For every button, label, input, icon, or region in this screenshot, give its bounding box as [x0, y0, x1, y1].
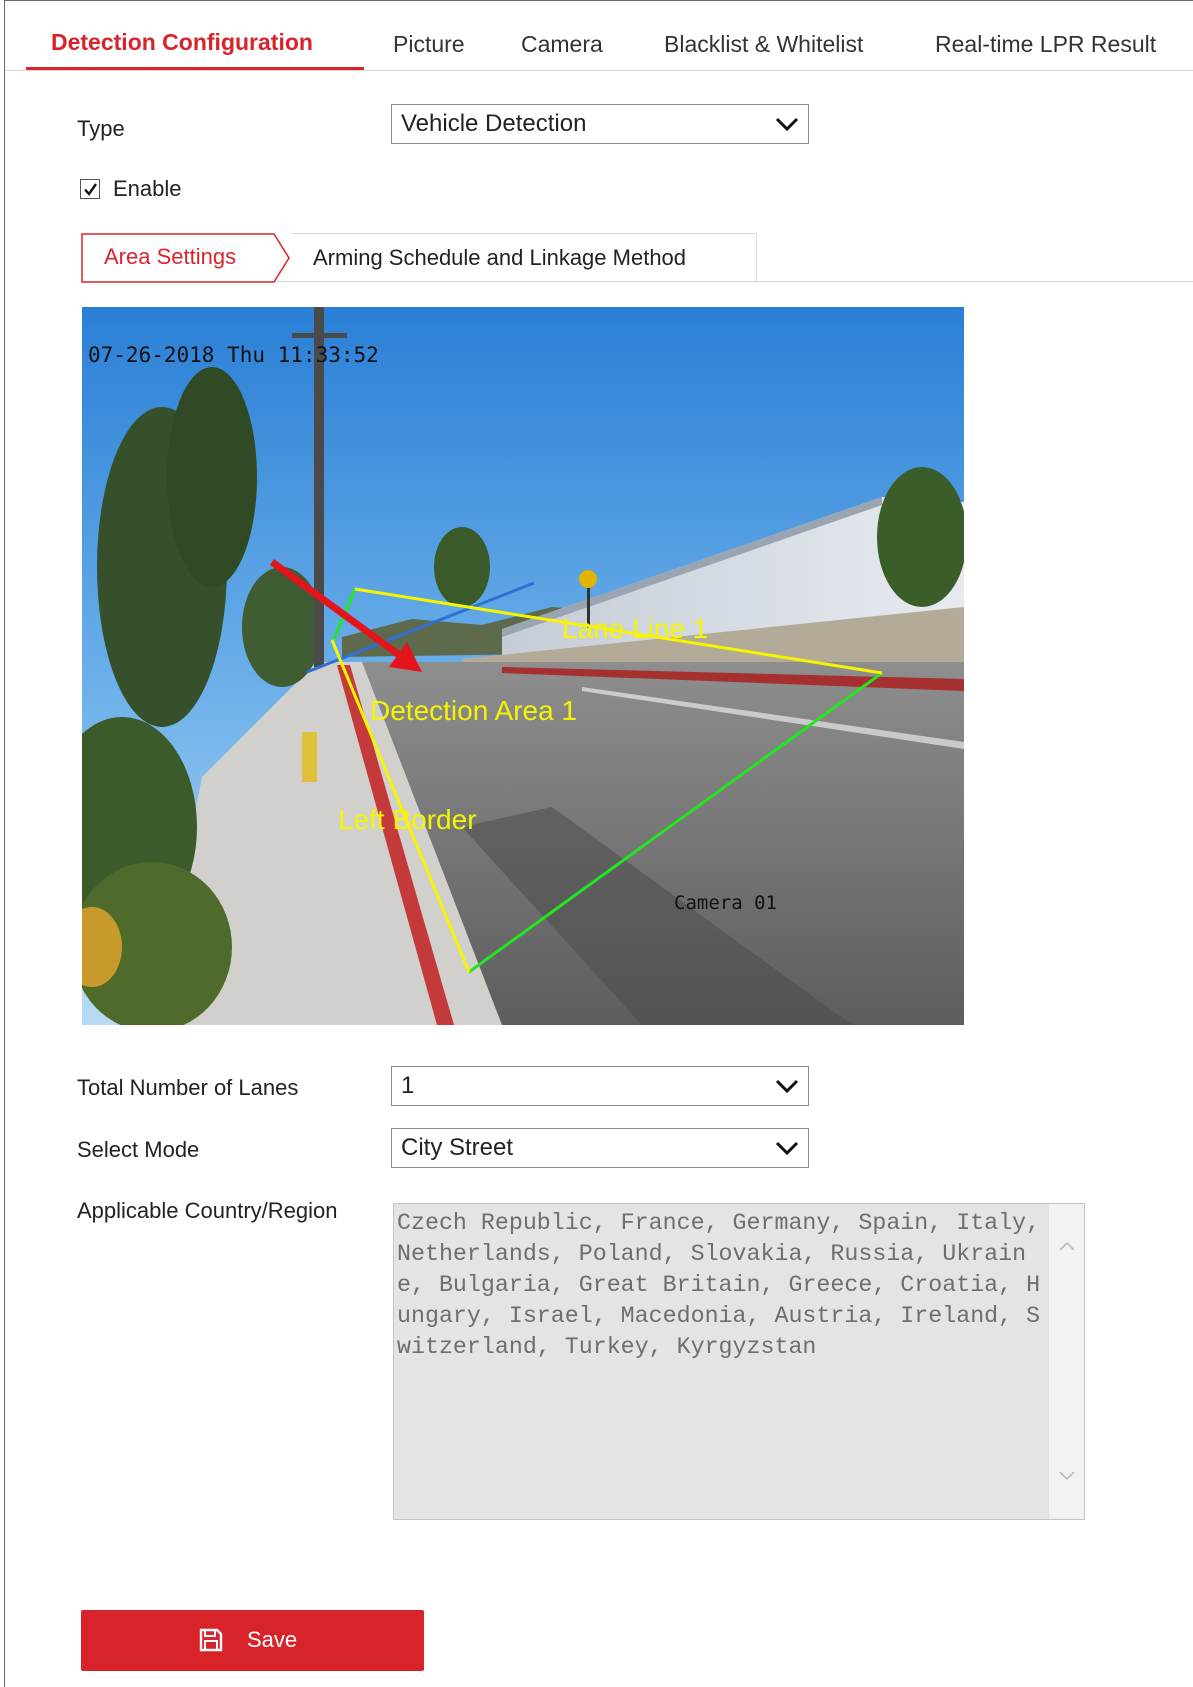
type-label: Type: [77, 116, 125, 141]
active-tab-indicator: [26, 67, 364, 70]
type-select-value: Vehicle Detection: [401, 110, 587, 137]
mode-select[interactable]: City Street: [391, 1128, 809, 1168]
country-region-textarea[interactable]: Czech Republic, France, Germany, Spain, …: [393, 1203, 1085, 1520]
save-button-label: Save: [247, 1627, 298, 1652]
video-camera-name: Camera 01: [674, 892, 777, 914]
subtab-arming-schedule[interactable]: Arming Schedule and Linkage Method: [291, 233, 757, 282]
mode-select-value: City Street: [401, 1134, 514, 1161]
floppy-disk-icon: [199, 1628, 223, 1652]
tab-blacklist-whitelist[interactable]: Blacklist & Whitelist: [664, 31, 863, 58]
top-tab-bar: Detection Configuration Picture Camera B…: [5, 1, 1193, 71]
lanes-select[interactable]: 1: [391, 1066, 809, 1106]
country-region-text: Czech Republic, France, Germany, Spain, …: [397, 1210, 1041, 1360]
type-select[interactable]: Vehicle Detection: [391, 104, 809, 144]
subtab-arming-schedule-label: Arming Schedule and Linkage Method: [313, 245, 687, 270]
chevron-down-icon: [775, 1079, 799, 1094]
scroll-down-icon[interactable]: [1058, 1470, 1076, 1482]
save-button[interactable]: Save: [81, 1610, 424, 1671]
live-video-canvas[interactable]: 07-26-2018 Thu 11:33:52 Camera 01 Lane L…: [82, 307, 964, 1025]
lanes-select-value: 1: [401, 1072, 415, 1099]
chevron-down-icon: [775, 117, 799, 132]
tab-detection-configuration[interactable]: Detection Configuration: [51, 29, 313, 56]
detection-area-label: Detection Area 1: [370, 695, 578, 726]
left-border-label: Left Border: [338, 804, 477, 835]
textarea-scrollbar[interactable]: [1048, 1204, 1084, 1519]
chevron-down-icon: [775, 1141, 799, 1156]
lanes-label: Total Number of Lanes: [77, 1075, 299, 1100]
tab-picture[interactable]: Picture: [393, 31, 465, 58]
subtab-area-settings-label: Area Settings: [104, 244, 237, 269]
checkmark-icon: [84, 183, 97, 196]
tab-camera[interactable]: Camera: [521, 31, 603, 58]
scroll-up-icon[interactable]: [1058, 1240, 1076, 1252]
enable-checkbox[interactable]: [80, 179, 100, 199]
enable-label: Enable: [113, 176, 182, 201]
subtab-area-settings[interactable]: Area Settings: [81, 233, 291, 283]
tab-realtime-lpr-result[interactable]: Real-time LPR Result: [935, 31, 1156, 58]
video-timestamp: 07-26-2018 Thu 11:33:52: [88, 343, 379, 367]
lane-line-label: Lane Line 1: [562, 613, 709, 644]
config-panel: Detection Configuration Picture Camera B…: [4, 0, 1193, 1687]
country-label: Applicable Country/Region: [77, 1198, 338, 1223]
video-scene: [82, 307, 964, 1025]
mode-label: Select Mode: [77, 1137, 200, 1162]
